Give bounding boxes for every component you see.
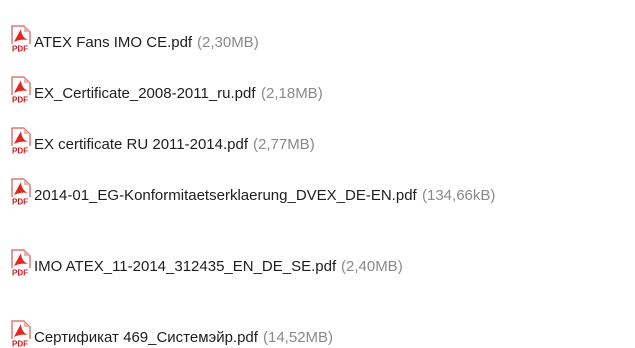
file-size: (2,30MB) [197,34,259,52]
pdf-icon-label: PDF [12,96,28,105]
file-link[interactable]: IMO ATEX_11-2014_312435_EN_DE_SE.pdf [34,258,336,276]
file-link[interactable]: ATEX Fans IMO CE.pdf [34,34,192,52]
pdf-file-icon[interactable]: PDF [6,76,34,104]
file-list: PDF ATEX Fans IMO CE.pdf (2,30MB) PDF EX… [0,0,635,346]
pdf-icon-label: PDF [12,147,28,156]
pdf-file-icon[interactable]: PDF [6,320,34,348]
pdf-file-icon[interactable]: PDF [6,127,34,155]
pdf-file-icon[interactable]: PDF [6,249,34,277]
file-size: (2,77MB) [253,136,315,154]
file-link[interactable]: EX certificate RU 2011-2014.pdf [34,136,248,154]
pdf-file-icon[interactable]: PDF [6,178,34,206]
file-size: (14,52MB) [263,329,333,347]
file-link[interactable]: Сертификат 469_Системэйр.pdf [34,329,258,347]
file-size: (134,66kB) [422,187,495,205]
pdf-icon-label: PDF [12,269,28,278]
pdf-icon-label: PDF [12,198,28,207]
pdf-file-icon[interactable]: PDF [6,25,34,53]
file-size: (2,18MB) [261,85,323,103]
file-size: (2,40MB) [341,258,403,276]
file-link[interactable]: 2014-01_EG-Konformitaetserklaerung_DVEX_… [34,187,417,205]
pdf-icon-label: PDF [12,340,28,348]
pdf-icon-label: PDF [12,45,28,54]
file-link[interactable]: EX_Certificate_2008-2011_ru.pdf [34,85,256,103]
